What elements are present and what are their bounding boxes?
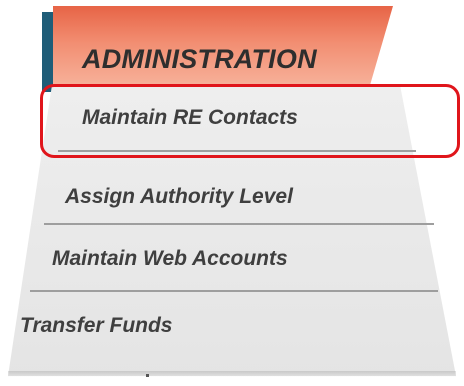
menu-item-transfer-funds[interactable]: Transfer Funds xyxy=(20,314,172,338)
administration-header-label: ADMINISTRATION xyxy=(82,44,317,74)
admin-menu-widget: ADMINISTRATION Maintain RE Contacts Assi… xyxy=(0,0,464,386)
decorative-dot xyxy=(146,374,149,377)
accent-strip xyxy=(42,12,54,92)
menu-divider xyxy=(44,223,434,225)
menu-panel-shadow xyxy=(8,371,456,377)
menu-item-maintain-web-accounts[interactable]: Maintain Web Accounts xyxy=(52,247,288,271)
highlight-box xyxy=(40,84,460,158)
menu-divider xyxy=(30,290,438,292)
menu-item-assign-authority-level[interactable]: Assign Authority Level xyxy=(65,185,293,209)
